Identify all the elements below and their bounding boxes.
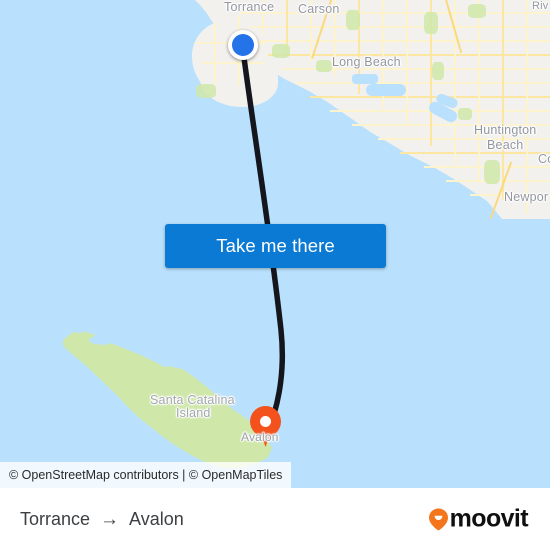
take-me-there-button[interactable]: Take me there xyxy=(165,224,386,268)
footer-bar: Torrance → Avalon moovit xyxy=(0,488,550,550)
map-label-huntington: Huntington xyxy=(474,123,537,137)
map-label-newport: Newpor xyxy=(504,190,549,204)
map-canvas[interactable]: Torrance Carson Long Beach Riv Huntingto… xyxy=(0,0,550,488)
map-label-torrance: Torrance xyxy=(224,0,275,14)
map-label-riverside: Riv xyxy=(532,0,549,12)
trip-origin-label: Torrance xyxy=(20,508,91,529)
map-label-long-beach: Long Beach xyxy=(332,55,401,69)
moovit-logo: moovit xyxy=(428,504,529,533)
moovit-wordmark: moovit xyxy=(449,504,529,533)
origin-marker[interactable] xyxy=(228,30,258,60)
moovit-trip-screen: Torrance Carson Long Beach Riv Huntingto… xyxy=(0,0,550,550)
trip-summary: Torrance → Avalon xyxy=(20,509,184,530)
map-label-carson: Carson xyxy=(298,2,340,16)
trip-destination-label: Avalon xyxy=(129,508,184,529)
map-label-avalon: Avalon xyxy=(241,430,279,444)
origin-marker-dot xyxy=(232,34,254,56)
map-label-huntington-beach: Beach xyxy=(487,138,524,152)
arrow-right-icon: → xyxy=(100,508,120,530)
destination-pin-dot xyxy=(260,416,271,427)
map-attribution[interactable]: © OpenStreetMap contributors | © OpenMap… xyxy=(0,462,292,488)
map-label-island: Island xyxy=(176,406,211,420)
moovit-pin-icon xyxy=(428,508,448,530)
map-label-costa-mesa: Co xyxy=(538,152,550,166)
